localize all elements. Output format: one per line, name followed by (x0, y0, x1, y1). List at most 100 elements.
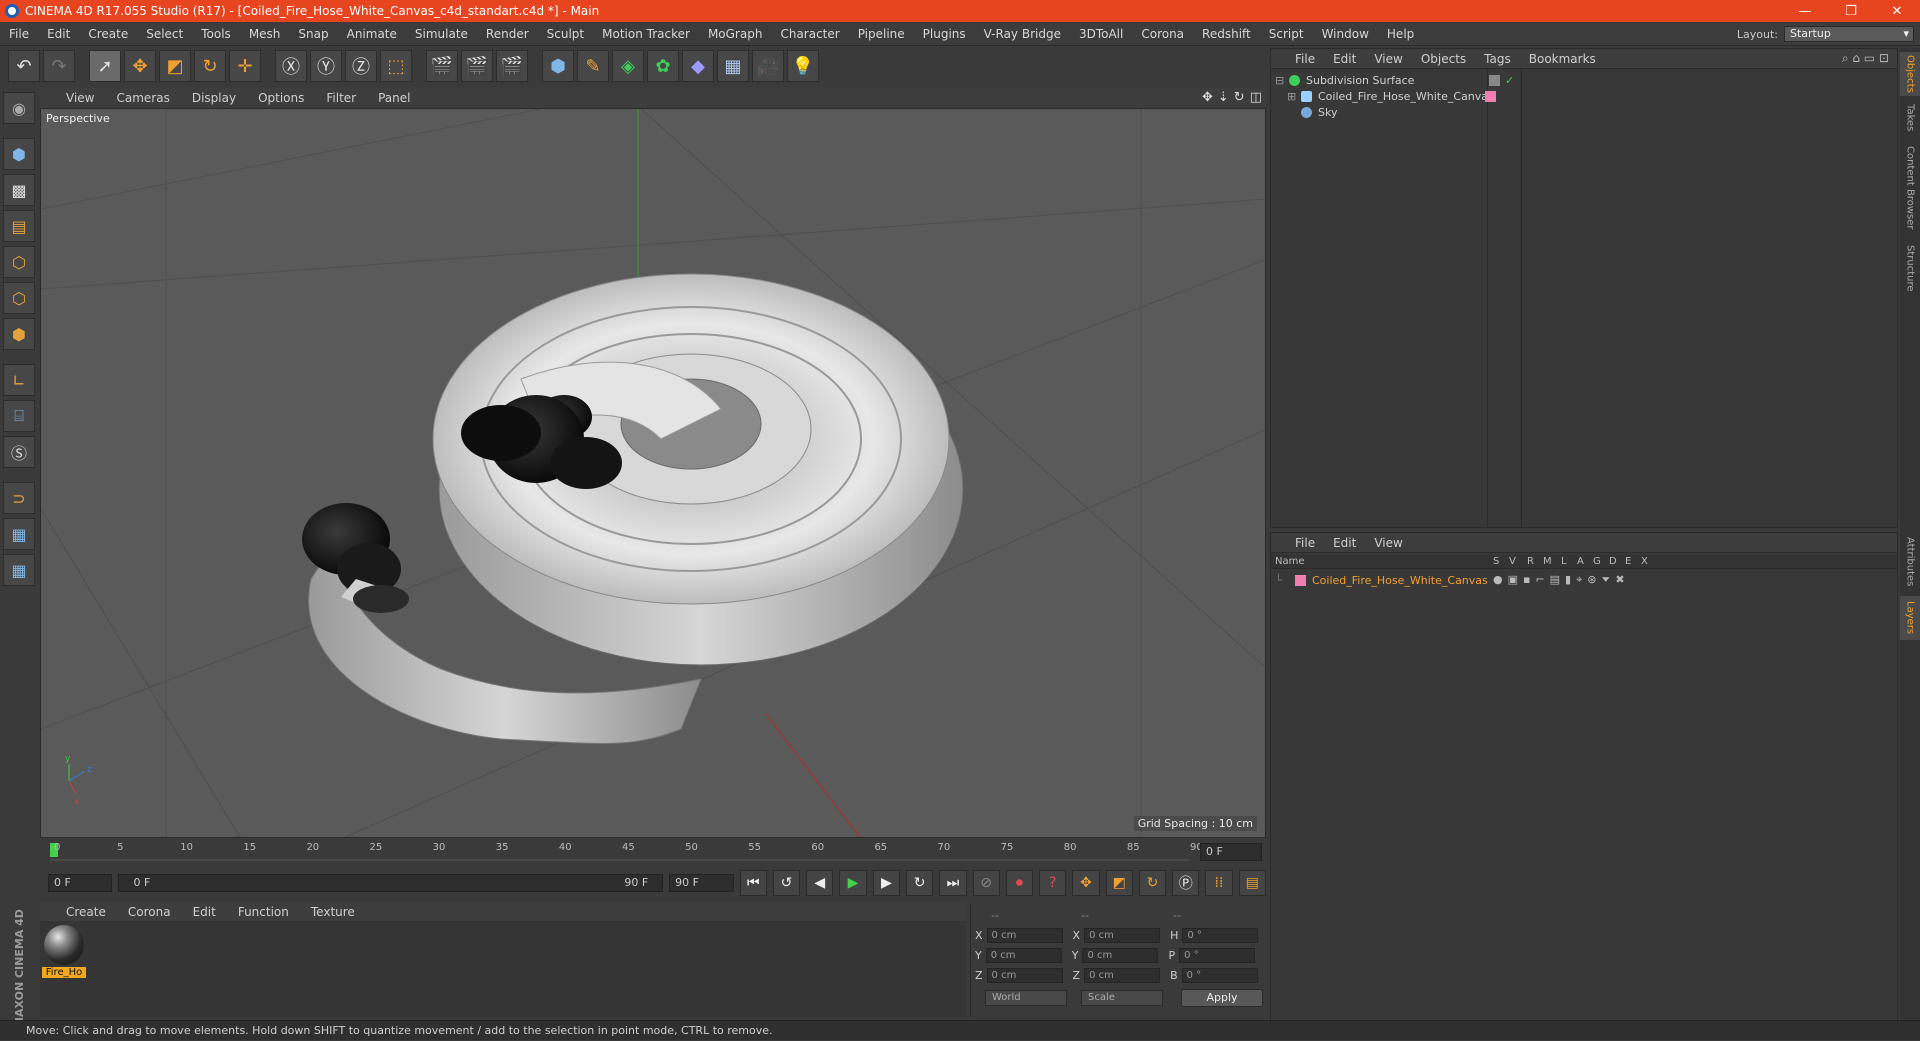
menu-corona[interactable]: Corona (1132, 27, 1193, 41)
end-frame-field[interactable]: 90 F (669, 874, 734, 892)
edges-mode-button[interactable]: ⬡ (3, 282, 35, 314)
texture-mode-button[interactable]: ▩ (3, 174, 35, 206)
add-floor-button[interactable]: ▦ (717, 50, 749, 82)
apply-button[interactable]: Apply (1181, 989, 1263, 1007)
current-frame-field[interactable]: 0 F (1200, 843, 1262, 861)
tweak-mode-button[interactable]: ⌸ (3, 400, 35, 432)
menu-3dtoall[interactable]: 3DToAll (1070, 27, 1132, 41)
rot-b-field[interactable]: 0 ° (1181, 967, 1258, 983)
material-menu-corona[interactable]: Corona (116, 905, 181, 919)
menu-window[interactable]: Window (1313, 27, 1378, 41)
menu-mesh[interactable]: Mesh (240, 27, 290, 41)
x-axis-lock-button[interactable]: Ⓧ (275, 50, 307, 82)
menu-snap[interactable]: Snap (289, 27, 337, 41)
menu-redshift[interactable]: Redshift (1193, 27, 1260, 41)
motion-record-button[interactable]: ⊘ (972, 870, 1000, 896)
key-rotation-button[interactable]: ↻ (1138, 870, 1167, 896)
pos-y-field[interactable]: 0 cm (985, 947, 1062, 963)
preview-range-slider[interactable]: 0 F 90 F (118, 874, 664, 892)
tab-content-browser[interactable]: Content Browser (1900, 140, 1920, 236)
tab-objects[interactable]: Objects (1900, 52, 1920, 96)
solo-mode-button[interactable]: Ⓢ (3, 436, 35, 468)
layers-menu-view[interactable]: View (1364, 536, 1410, 550)
material-menu-texture[interactable]: Texture (299, 905, 365, 919)
tab-structure[interactable]: Structure (1900, 240, 1920, 296)
add-cube-button[interactable]: ⬢ (542, 50, 574, 82)
layer-row[interactable]: └ Coiled_Fire_Hose_White_Canvas ●▣▪⌐▤▮⌖⊛… (1275, 571, 1895, 589)
rotate-view-icon[interactable]: ↻ (1234, 90, 1245, 105)
workplane-mode-button[interactable]: ▤ (3, 210, 35, 242)
toggle-view-icon[interactable]: ◫ (1250, 90, 1262, 105)
timeline-ruler[interactable]: 0 5 10 15 20 25 30 35 40 45 50 55 60 65 70 75 80 85 90 0 F (40, 840, 1266, 864)
polygons-mode-button[interactable]: ⬢ (3, 318, 35, 350)
material-menu-edit[interactable]: Edit (181, 905, 226, 919)
expand-icon[interactable]: ⊞ (1287, 90, 1301, 103)
pos-z-field[interactable]: 0 cm (986, 967, 1063, 983)
menu-file[interactable]: File (0, 27, 38, 41)
dolly-view-icon[interactable]: ⇣ (1218, 90, 1229, 105)
3d-viewport[interactable]: y z x Perspective Grid Spacing : 10 cm (40, 108, 1266, 838)
planar-workplane-button[interactable]: ▦ (3, 554, 35, 586)
points-mode-button[interactable]: ⬡ (3, 246, 35, 278)
layer-color-swatch[interactable] (1295, 574, 1306, 586)
menu-motion-tracker[interactable]: Motion Tracker (593, 27, 699, 41)
render-settings-button[interactable]: 🎬 (496, 50, 528, 82)
render-picture-viewer-button[interactable]: 🎬 (461, 50, 493, 82)
size-x-field[interactable]: 0 cm (1084, 927, 1161, 943)
search-icon[interactable]: ⌕ ⌂ ▭ ⊡ (1842, 51, 1897, 66)
menu-plugins[interactable]: Plugins (914, 27, 975, 41)
pan-view-icon[interactable]: ✥ (1202, 90, 1213, 105)
axis-mode-button[interactable]: ∟ (3, 364, 35, 396)
objects-menu-edit[interactable]: Edit (1323, 52, 1364, 66)
menu-character[interactable]: Character (771, 27, 848, 41)
menu-help[interactable]: Help (1378, 27, 1423, 41)
y-axis-lock-button[interactable]: Ⓨ (310, 50, 342, 82)
objects-menu-file[interactable]: File (1285, 52, 1323, 66)
go-to-start-button[interactable]: ⏮ (739, 870, 767, 896)
material-swatch[interactable]: Fire_Ho (42, 925, 86, 978)
objects-menu-bookmarks[interactable]: Bookmarks (1519, 52, 1604, 66)
size-y-field[interactable]: 0 cm (1082, 947, 1159, 963)
menu-sculpt[interactable]: Sculpt (538, 27, 593, 41)
tab-attributes[interactable]: Attributes (1900, 532, 1920, 592)
editor-visibility-icon[interactable] (1489, 74, 1500, 86)
transform-tool-button[interactable]: ✛ (229, 50, 261, 82)
next-keyframe-button[interactable]: ↻ (905, 870, 934, 896)
enabled-check-icon[interactable]: ✓ (1505, 74, 1514, 87)
make-editable-button[interactable]: ◉ (3, 92, 35, 124)
menu-render[interactable]: Render (477, 27, 538, 41)
viewport-menu-view[interactable]: View (54, 91, 104, 105)
transform-mode-dropdown[interactable]: Scale (1081, 990, 1163, 1006)
rotate-tool-button[interactable]: ↻ (194, 50, 226, 82)
viewport-menu-filter[interactable]: Filter (314, 91, 366, 105)
layer-name[interactable]: Coiled_Fire_Hose_White_Canvas (1312, 574, 1488, 587)
layers-menu-file[interactable]: File (1285, 536, 1323, 550)
next-frame-button[interactable]: ▶ (872, 870, 900, 896)
close-button[interactable]: ✕ (1874, 4, 1920, 19)
locked-workplane-button[interactable]: ▦ (3, 518, 35, 550)
timeline-window-button[interactable]: ▤ (1238, 870, 1266, 896)
z-axis-lock-button[interactable]: Ⓩ (345, 50, 377, 82)
live-selection-button[interactable]: ➚ (89, 50, 121, 82)
start-frame-field[interactable]: 0 F (48, 874, 113, 892)
key-parameter-button[interactable]: Ⓟ (1172, 870, 1200, 896)
minimize-button[interactable]: — (1782, 4, 1828, 19)
layout-dropdown[interactable]: Startup (1784, 26, 1914, 42)
menu-edit[interactable]: Edit (38, 27, 79, 41)
model-mode-button[interactable]: ⬢ (3, 138, 35, 170)
maximize-button[interactable]: ❐ (1828, 4, 1874, 19)
menu-create[interactable]: Create (79, 27, 137, 41)
play-button[interactable]: ▶ (839, 870, 867, 896)
coordinate-system-button[interactable]: ⬚ (380, 50, 412, 82)
key-pla-button[interactable]: ⁞⁞ (1205, 870, 1233, 896)
snap-button[interactable]: ⊃ (3, 482, 35, 514)
material-menu-function[interactable]: Function (226, 905, 299, 919)
auto-keying-button[interactable]: ? (1039, 870, 1067, 896)
add-deformer-button[interactable]: ◆ (682, 50, 714, 82)
key-position-button[interactable]: ✥ (1072, 870, 1100, 896)
viewport-menu-cameras[interactable]: Cameras (104, 91, 179, 105)
record-keys-button[interactable]: ⏺ (1005, 870, 1034, 896)
add-spline-button[interactable]: ✎ (577, 50, 609, 82)
undo-button[interactable]: ↶ (8, 50, 40, 82)
pos-x-field[interactable]: 0 cm (986, 927, 1063, 943)
